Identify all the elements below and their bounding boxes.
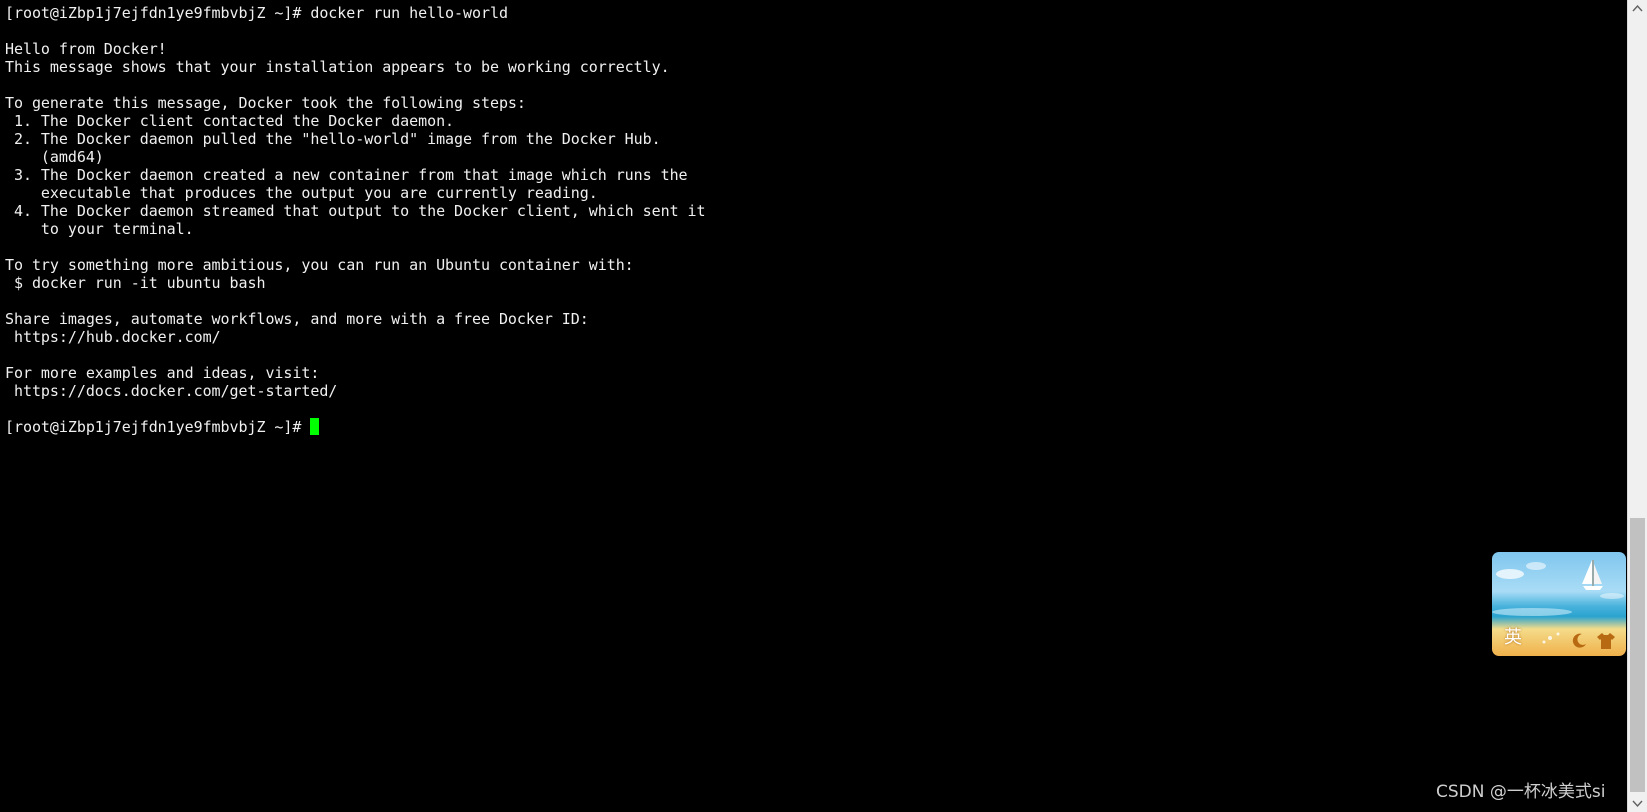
terminal-line: Share images, automate workflows, and mo… — [5, 310, 589, 328]
text-cursor — [310, 418, 320, 435]
shirt-icon[interactable] — [1596, 632, 1616, 650]
terminal-line: Hello from Docker! — [5, 40, 167, 58]
prompt-line[interactable]: [root@iZbp1j7ejfdn1ye9fmbvbjZ ~]# — [5, 418, 320, 437]
terminal-line: 2. The Docker daemon pulled the "hello-w… — [5, 130, 661, 148]
terminal-line: (amd64) — [5, 148, 104, 166]
terminal-line: For more examples and ideas, visit: — [5, 364, 320, 382]
terminal-line: to your terminal. — [5, 220, 194, 238]
terminal-line: To generate this message, Docker took th… — [5, 94, 526, 112]
moon-icon[interactable] — [1570, 632, 1588, 650]
terminal-window[interactable]: [root@iZbp1j7ejfdn1ye9fmbvbjZ ~]# docker… — [0, 0, 1627, 812]
terminal-line: $ docker run -it ubuntu bash — [5, 274, 266, 292]
chevron-down-icon[interactable] — [1628, 795, 1647, 812]
prompt-text: [root@iZbp1j7ejfdn1ye9fmbvbjZ ~]# — [5, 418, 311, 436]
terminal-line: https://hub.docker.com/ — [5, 328, 221, 346]
terminal-line: 1. The Docker client contacted the Docke… — [5, 112, 455, 130]
terminal-line: 4. The Docker daemon streamed that outpu… — [5, 202, 706, 220]
sailboat-icon — [1582, 560, 1603, 590]
chevron-up-icon[interactable] — [1628, 0, 1647, 17]
ime-mode-label[interactable]: 英 — [1504, 627, 1522, 649]
watermark: CSDN @一杯冰美式si — [1436, 782, 1606, 802]
terminal-line: 3. The Docker daemon created a new conta… — [5, 166, 688, 184]
vertical-scrollbar[interactable] — [1627, 0, 1647, 812]
scrollbar-thumb[interactable] — [1630, 518, 1645, 792]
screen: [root@iZbp1j7ejfdn1ye9fmbvbjZ ~]# docker… — [0, 0, 1647, 812]
terminal-line: https://docs.docker.com/get-started/ — [5, 382, 338, 400]
ime-floating-widget[interactable]: 英 — [1492, 552, 1626, 656]
terminal-line: [root@iZbp1j7ejfdn1ye9fmbvbjZ ~]# docker… — [5, 4, 508, 22]
terminal-line: To try something more ambitious, you can… — [5, 256, 634, 274]
terminal-line: This message shows that your installatio… — [5, 58, 670, 76]
terminal-line: executable that produces the output you … — [5, 184, 598, 202]
